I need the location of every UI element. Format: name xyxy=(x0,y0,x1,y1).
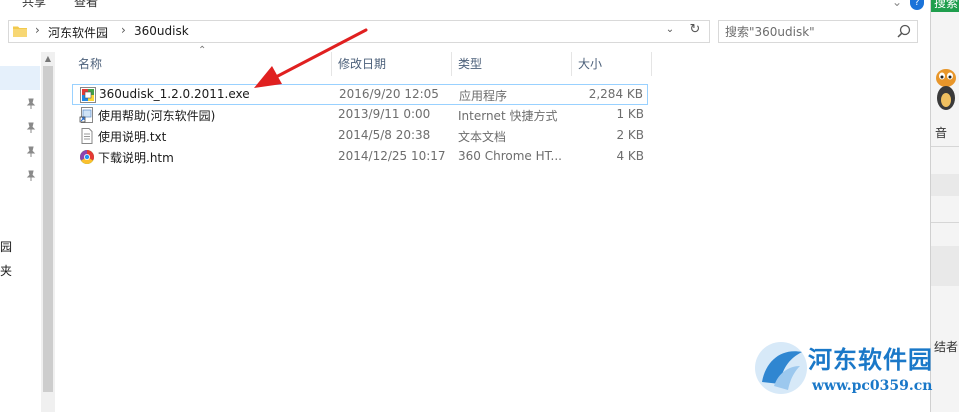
breadcrumb-hedong[interactable]: 河东软件园 xyxy=(48,24,108,41)
scroll-up-icon[interactable]: ▲ xyxy=(43,54,53,64)
pin-icon[interactable] xyxy=(25,146,37,158)
column-header-type[interactable]: 类型 xyxy=(452,52,572,76)
divider xyxy=(931,146,959,147)
chrome-html-icon xyxy=(80,150,94,164)
file-row[interactable]: 使用说明.txt 2014/5/8 20:38 文本文档 2 KB xyxy=(72,126,648,147)
background-label: 音 xyxy=(935,126,948,140)
background-band xyxy=(931,174,959,196)
file-size: 4 KB xyxy=(616,149,644,163)
file-size: 1 KB xyxy=(616,107,644,121)
pin-icon[interactable] xyxy=(25,122,37,134)
watermark-url: www.pc0359.cn xyxy=(812,378,933,394)
internet-shortcut-icon xyxy=(79,107,93,123)
file-row[interactable]: 使用帮助(河东软件园) 2013/9/11 0:00 Internet 快捷方式… xyxy=(72,105,648,126)
breadcrumb-separator: › xyxy=(35,23,40,37)
file-name: 360udisk_1.2.0.2011.exe xyxy=(99,87,250,101)
file-size: 2 KB xyxy=(616,128,644,142)
tab-view[interactable]: 查看 xyxy=(74,0,98,10)
file-name: 使用帮助(河东软件园) xyxy=(98,109,216,123)
nav-item-label[interactable]: 园 xyxy=(0,238,12,255)
nav-item-selected[interactable] xyxy=(0,66,40,90)
search-icon[interactable] xyxy=(895,23,913,41)
ribbon-tabs: 共享 查看 xyxy=(0,0,930,10)
file-type: 文本文档 xyxy=(458,130,507,144)
file-date: 2013/9/11 0:00 xyxy=(338,107,431,121)
hedong-logo-icon xyxy=(755,342,807,394)
nav-item-label[interactable]: 夹 xyxy=(0,262,12,279)
file-type: 360 Chrome HT... xyxy=(458,149,562,163)
text-document-icon xyxy=(81,128,93,144)
red-arrow-annotation xyxy=(254,28,368,88)
file-date: 2014/5/8 20:38 xyxy=(338,128,431,142)
folder-icon xyxy=(13,26,27,37)
file-row[interactable]: 下载说明.htm 2014/12/25 10:17 360 Chrome HT.… xyxy=(72,147,648,168)
mascot-icon xyxy=(936,69,956,110)
address-history-dropdown[interactable]: ⌄ xyxy=(661,24,679,40)
refresh-icon[interactable]: ↻ xyxy=(685,22,705,42)
window-expand-chevron[interactable]: ⌄ xyxy=(892,0,902,9)
file-size: 2,284 KB xyxy=(588,87,643,101)
background-band xyxy=(931,246,959,286)
file-date: 2014/12/25 10:17 xyxy=(338,149,446,163)
file-name: 下载说明.htm xyxy=(98,151,174,165)
column-header-size[interactable]: 大小 xyxy=(572,52,652,76)
file-name: 使用说明.txt xyxy=(98,130,167,144)
nav-scrollbar[interactable]: ▲ xyxy=(41,52,55,412)
navigation-pane: 园 夹 ▲ xyxy=(0,52,55,412)
file-type: Internet 快捷方式 xyxy=(458,109,558,123)
search-input[interactable] xyxy=(725,23,895,40)
search-box[interactable] xyxy=(718,20,918,43)
breadcrumb-separator: › xyxy=(121,23,126,37)
watermark-title: 河东软件园 xyxy=(808,345,933,374)
background-search-button: 搜索 xyxy=(931,0,959,12)
watermark: 河东软件园 www.pc0359.cn xyxy=(752,336,952,406)
pin-icon[interactable] xyxy=(25,98,37,110)
tab-share[interactable]: 共享 xyxy=(22,0,46,10)
breadcrumb-360udisk[interactable]: 360udisk xyxy=(134,24,189,38)
nav-scrollbar-thumb[interactable] xyxy=(43,66,53,392)
pin-icon[interactable] xyxy=(25,170,37,182)
divider xyxy=(931,222,959,223)
exe-app-icon xyxy=(80,87,96,103)
file-type: 应用程序 xyxy=(459,89,508,103)
